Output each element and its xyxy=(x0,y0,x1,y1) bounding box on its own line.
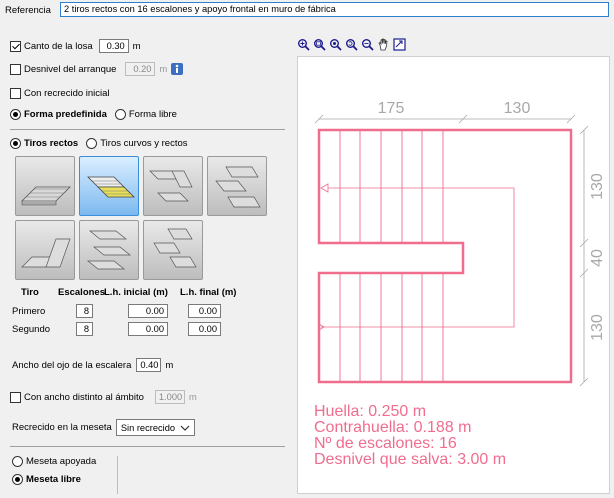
dimension-label: 130 xyxy=(589,173,606,200)
reference-label: Referencia xyxy=(5,4,51,16)
stair-type-three-flight[interactable] xyxy=(143,156,203,216)
row-first-initial-input[interactable]: 0.00 xyxy=(128,304,168,318)
stair-outline xyxy=(317,128,573,384)
slab-thickness-row: Canto de la losa 0.30 m xyxy=(10,39,141,53)
zoom-refresh-icon[interactable] xyxy=(345,38,358,51)
info-icon[interactable] xyxy=(171,63,184,75)
landing-supported-label: Meseta apoyada xyxy=(26,456,97,467)
curved-flights-radio[interactable] xyxy=(86,138,98,149)
start-gap-unit: m xyxy=(159,63,168,75)
table-header-initial: L.h. inicial (m) xyxy=(104,287,168,298)
start-gap-checkbox[interactable] xyxy=(10,63,21,75)
start-gap-row: Desnivel del arranque 0.20 m xyxy=(10,62,184,76)
free-shape-radio[interactable] xyxy=(114,109,126,120)
table-header-flight: Tiro xyxy=(21,287,39,298)
landing-topping-row: Recrecido en la meseta Sin recrecido xyxy=(12,419,196,436)
row-second-label: Segundo xyxy=(12,324,51,335)
predefined-shape-radio[interactable] xyxy=(10,109,21,120)
vertical-divider xyxy=(117,456,118,494)
ambit-width-input[interactable]: 1.000 xyxy=(154,390,185,404)
eye-width-row: Ancho del ojo de la escalera 0.40 m xyxy=(12,358,173,372)
dimension-label: 130 xyxy=(589,314,606,341)
row-second-initial-input[interactable]: 0.00 xyxy=(128,322,168,336)
walk-arrow xyxy=(320,183,329,193)
table-header-steps: Escalones xyxy=(58,287,105,298)
row-second-steps-input[interactable]: 8 xyxy=(76,322,93,336)
shape-row: Forma predefinida Forma libre xyxy=(10,109,177,120)
start-gap-label: Desnivel del arranque xyxy=(24,63,117,75)
ambit-width-checkbox[interactable] xyxy=(10,391,21,403)
view-toolbar xyxy=(297,38,409,54)
curved-flights-label: Tiros curvos y rectos xyxy=(100,138,188,149)
predefined-shape-label: Forma predefinida xyxy=(24,109,107,120)
landing-topping-select[interactable]: Sin recrecido xyxy=(115,419,196,436)
stair-type-multi-flight[interactable] xyxy=(143,220,203,280)
dimension-label: 130 xyxy=(504,100,531,117)
slab-thickness-label: Canto de la losa xyxy=(24,40,93,52)
landing-topping-value: Sin recrecido xyxy=(120,422,176,433)
eye-width-label: Ancho del ojo de la escalera xyxy=(12,359,132,371)
straight-flights-radio[interactable] xyxy=(10,138,21,149)
divider xyxy=(10,129,285,130)
landing-topping-label: Recrecido en la meseta xyxy=(12,422,112,433)
info-contrahuella: Contrahuella: 0.188 m xyxy=(314,419,472,436)
initial-topping-checkbox[interactable] xyxy=(10,88,21,99)
landing-free-label: Meseta libre xyxy=(26,474,81,485)
row-first-steps-input[interactable]: 8 xyxy=(76,304,93,318)
ambit-width-label: Con ancho distinto al ámbito xyxy=(24,391,144,403)
initial-topping-row: Con recrecido inicial xyxy=(10,88,110,99)
reference-input[interactable]: 2 tiros rectos con 16 escalones y apoyo … xyxy=(60,2,609,17)
row-first-final-input[interactable]: 0.00 xyxy=(188,304,221,318)
stair-type-l-flight[interactable] xyxy=(15,220,75,280)
chevron-down-icon xyxy=(180,425,190,431)
view-fit-icon[interactable] xyxy=(393,38,406,51)
dimension-label: 175 xyxy=(378,100,405,117)
info-huella: Huella: 0.250 m xyxy=(314,403,427,420)
start-gap-input[interactable]: 0.20 xyxy=(125,62,156,76)
eye-width-input[interactable]: 0.40 xyxy=(136,358,162,372)
stair-type-straight-single[interactable] xyxy=(15,156,75,216)
landing-supported-row: Meseta apoyada xyxy=(12,456,96,467)
pan-hand-icon[interactable] xyxy=(377,38,390,51)
free-shape-label: Forma libre xyxy=(128,109,177,120)
landing-free-radio[interactable] xyxy=(12,474,23,485)
zoom-extents-icon[interactable] xyxy=(297,38,310,51)
table-header-final: L.h. final (m) xyxy=(180,287,237,298)
initial-topping-label: Con recrecido inicial xyxy=(24,88,110,99)
ambit-width-row: Con ancho distinto al ámbito 1.000 m xyxy=(10,390,197,404)
zoom-in-icon[interactable] xyxy=(329,38,342,51)
stair-type-two-straight-u[interactable] xyxy=(79,156,139,216)
walk-line xyxy=(321,187,515,328)
divider xyxy=(10,446,285,447)
eye-width-unit: m xyxy=(165,359,174,371)
flight-type-row: Tiros rectos Tiros curvos y rectos xyxy=(10,138,188,149)
landing-free-row: Meseta libre xyxy=(12,474,81,485)
straight-flights-label: Tiros rectos xyxy=(24,138,79,149)
row-first-label: Primero xyxy=(12,306,46,317)
ambit-width-unit: m xyxy=(188,391,197,403)
dimension-label: 40 xyxy=(589,249,606,267)
landing-supported-radio[interactable] xyxy=(12,456,23,467)
stair-type-double-u[interactable] xyxy=(79,220,139,280)
row-second-final-input[interactable]: 0.00 xyxy=(188,322,221,336)
stair-type-four-flight[interactable] xyxy=(207,156,267,216)
slab-thickness-input[interactable]: 0.30 xyxy=(98,39,129,53)
slab-thickness-unit: m xyxy=(132,40,141,52)
slab-thickness-checkbox[interactable] xyxy=(10,40,21,52)
info-height: Desnivel que salva: 3.00 m xyxy=(314,451,507,468)
zoom-out-icon[interactable] xyxy=(361,38,374,51)
zoom-window-icon[interactable] xyxy=(313,38,326,51)
info-steps: Nº de escalones: 16 xyxy=(314,435,457,452)
